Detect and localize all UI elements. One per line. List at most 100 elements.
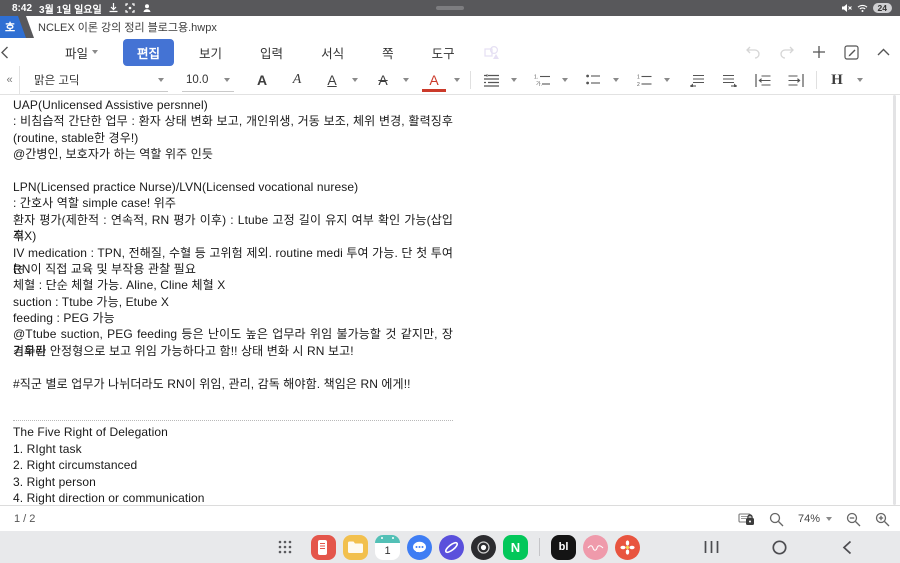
- outline-numbering-button[interactable]: 1.가.: [530, 68, 554, 92]
- pink-app-icon[interactable]: [583, 535, 608, 560]
- strikethrough-button[interactable]: A: [371, 68, 395, 92]
- my-files-app-icon[interactable]: [343, 535, 368, 560]
- battery-indicator: 24: [873, 3, 892, 14]
- doc-line: @Ttube suction, PEG feeding 등은 난이도 높은 업무…: [13, 326, 453, 342]
- naver-app-icon[interactable]: N: [503, 535, 528, 560]
- doc-line: : 간호사 역할 simple case! 위주: [13, 195, 453, 211]
- android-status-bar: 8:42 3월 1일 일요일 24: [0, 0, 900, 16]
- home-button[interactable]: [766, 534, 792, 560]
- menu-edit[interactable]: 편집: [123, 39, 174, 66]
- doc-line: 3. Right person: [13, 474, 453, 490]
- document-text: UAP(Unlicensed Assistive persnnel) : 비침습…: [13, 97, 453, 506]
- back-button[interactable]: [0, 46, 46, 59]
- right-margin-button[interactable]: [784, 68, 808, 92]
- bold-button[interactable]: A: [250, 68, 274, 92]
- naver-blog-app-icon[interactable]: bl: [551, 535, 576, 560]
- mute-icon: [841, 3, 852, 13]
- undo-icon[interactable]: [746, 46, 761, 59]
- blog-label: bl: [559, 541, 569, 553]
- toolbar-separator: [816, 71, 817, 89]
- flower-app-icon[interactable]: [615, 535, 640, 560]
- shapes-icon: [484, 45, 500, 60]
- chevron-down-icon: [224, 78, 230, 82]
- doc-line: feeding : PEG 가능: [13, 310, 453, 326]
- dotted-divider: [13, 408, 453, 421]
- styles-button[interactable]: H: [825, 68, 849, 92]
- font-color-options-button[interactable]: [450, 68, 464, 92]
- zoom-level-select[interactable]: 74%: [798, 513, 832, 525]
- add-document-icon[interactable]: [812, 45, 826, 59]
- chevron-down-icon: [92, 50, 98, 54]
- numbered-list-options-button[interactable]: [660, 68, 674, 92]
- strikethrough-options-button[interactable]: [399, 68, 413, 92]
- back-nav-button[interactable]: [834, 534, 860, 560]
- menu-bar: 파일 편집 보기 입력 서식 쪽 도구: [0, 38, 900, 66]
- hancom-office-app: 8:42 3월 1일 일요일 24 호 NCLEX 이론 강: [0, 0, 900, 563]
- underline-options-button[interactable]: [348, 68, 362, 92]
- bullet-list-options-button[interactable]: [609, 68, 623, 92]
- doc-line: @간병인, 보호자가 하는 역할 위주 인듯: [13, 146, 453, 162]
- doc-line: 후X): [13, 228, 453, 244]
- screen-capture-icon: [125, 3, 135, 13]
- doc-line: [13, 163, 453, 179]
- bullet-list-button[interactable]: [581, 68, 605, 92]
- doc-line: #직군 별로 업무가 나뉘더라도 RN이 위임, 관리, 감독 해야함. 책임은…: [13, 376, 453, 392]
- document-filename: NCLEX 이론 강의 정리 블로그용.hwpx: [38, 16, 217, 38]
- font-family-select[interactable]: 맑은 고딕: [30, 68, 168, 92]
- vertical-scrollbar[interactable]: [893, 95, 896, 505]
- compose-icon[interactable]: [844, 45, 859, 60]
- chevron-down-icon: [826, 517, 832, 521]
- menu-file[interactable]: 파일: [52, 39, 111, 66]
- naver-label: N: [511, 540, 520, 555]
- collapse-toolbar-icon[interactable]: [877, 48, 890, 56]
- menu-format[interactable]: 서식: [308, 39, 357, 66]
- calendar-app-icon[interactable]: 1: [375, 535, 400, 560]
- decrease-indent-button[interactable]: [685, 68, 709, 92]
- samsung-internet-app-icon[interactable]: [439, 535, 464, 560]
- search-icon[interactable]: [769, 512, 784, 527]
- doc-line: [13, 359, 453, 375]
- redo-icon[interactable]: [779, 46, 794, 59]
- camera-notch: [436, 6, 464, 10]
- menu-view[interactable]: 보기: [186, 39, 235, 66]
- doc-line: 2. Right circumstanced: [13, 457, 453, 473]
- zoom-in-icon[interactable]: [875, 512, 890, 527]
- readonly-lock-icon[interactable]: [738, 512, 755, 526]
- doc-line: 경우라 안정형으로 보고 위임 가능하다고 함!! 상태 변화 시 RN 보고!: [13, 343, 453, 359]
- profile-icon: [142, 3, 152, 13]
- svg-text:1.: 1.: [534, 74, 538, 80]
- font-color-button[interactable]: A: [422, 68, 446, 92]
- doc-line: (routine, stable한 경우!): [13, 130, 453, 146]
- zoom-out-icon[interactable]: [846, 512, 861, 527]
- menu-page[interactable]: 쪽: [369, 39, 407, 66]
- increase-indent-button[interactable]: [718, 68, 742, 92]
- recents-button[interactable]: [698, 534, 724, 560]
- styles-options-button[interactable]: [853, 68, 867, 92]
- font-size-select[interactable]: 10.0: [182, 68, 234, 92]
- svg-text:2: 2: [637, 82, 640, 87]
- doc-line: 4. Right direction or communication: [13, 490, 453, 506]
- underline-button[interactable]: A: [320, 68, 344, 92]
- numbered-list-button[interactable]: 12: [632, 68, 656, 92]
- paragraph-align-options-button[interactable]: [507, 68, 521, 92]
- doc-line: suction : Ttube 가능, Etube X: [13, 294, 453, 310]
- samsung-notes-app-icon[interactable]: [311, 535, 336, 560]
- menu-tools[interactable]: 도구: [419, 39, 468, 66]
- menu-insert[interactable]: 입력: [247, 39, 296, 66]
- svg-text:1: 1: [637, 74, 640, 80]
- outline-numbering-options-button[interactable]: [558, 68, 572, 92]
- paragraph-align-button[interactable]: [479, 68, 503, 92]
- download-icon: [109, 3, 118, 13]
- zoom-level-value: 74%: [798, 513, 820, 525]
- taskbar-divider: [539, 538, 540, 556]
- doc-line: UAP(Unlicensed Assistive persnnel): [13, 97, 453, 113]
- camera-app-icon[interactable]: [471, 535, 496, 560]
- title-bar: 호 NCLEX 이론 강의 정리 블로그용.hwpx: [0, 16, 900, 38]
- doc-line: : 비침습적 간단한 업무 : 환자 상태 변화 보고, 개인위생, 거동 보조…: [13, 113, 453, 129]
- messages-app-icon[interactable]: [407, 535, 432, 560]
- document-page[interactable]: UAP(Unlicensed Assistive persnnel) : 비침습…: [0, 95, 900, 505]
- left-margin-button[interactable]: [751, 68, 775, 92]
- app-drawer-icon[interactable]: [272, 534, 298, 560]
- italic-button[interactable]: A: [285, 68, 309, 92]
- toolbar-collapse-button[interactable]: «: [0, 66, 20, 95]
